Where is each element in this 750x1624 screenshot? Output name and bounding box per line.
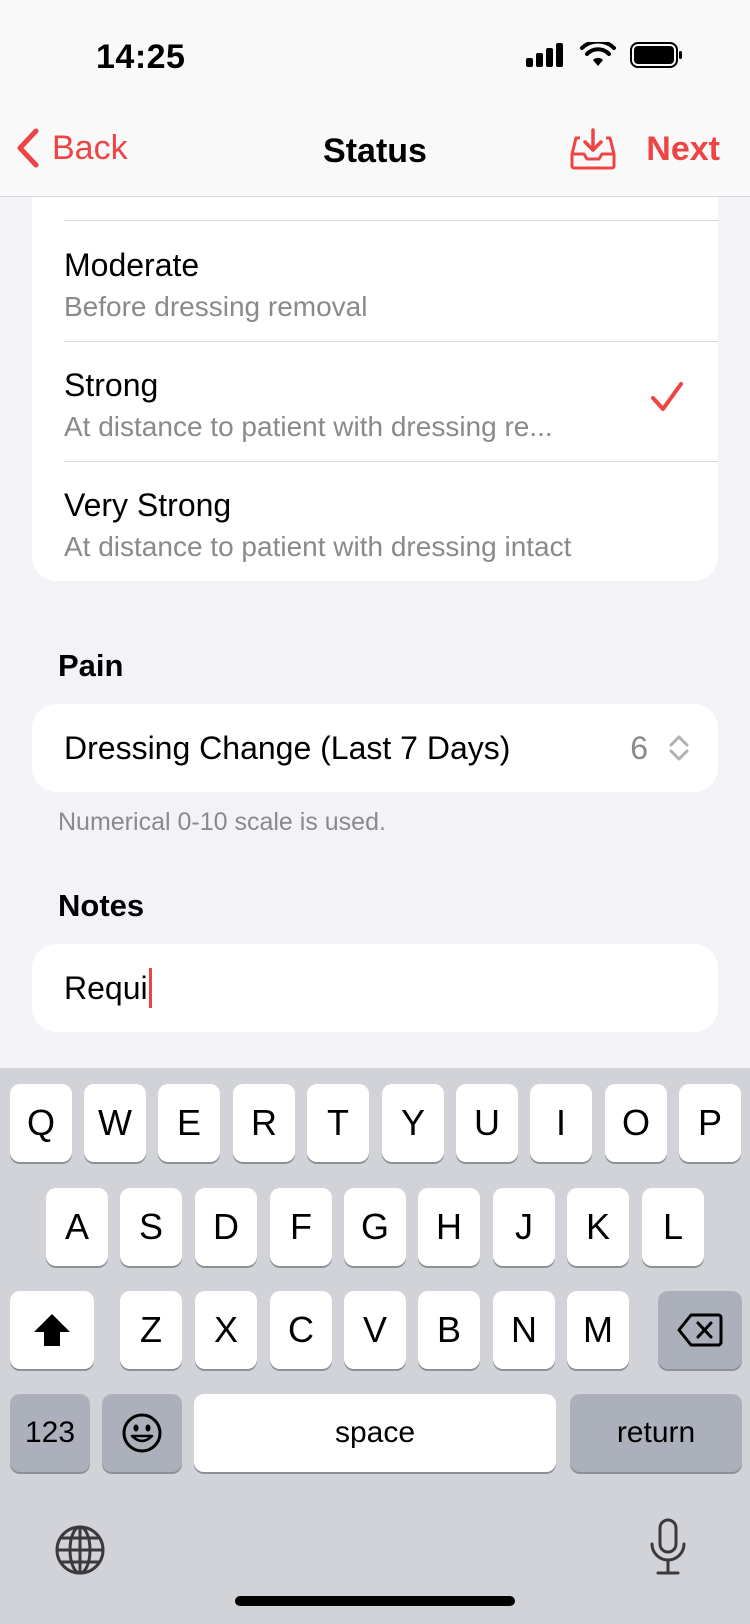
key-e[interactable]: E (158, 1084, 220, 1162)
pain-section-header: Pain (58, 648, 124, 683)
wifi-icon (580, 42, 616, 66)
key-q[interactable]: Q (10, 1084, 72, 1162)
option-subtitle: Before dressing removal (64, 291, 368, 322)
key-v[interactable]: V (344, 1291, 406, 1369)
key-x[interactable]: X (195, 1291, 257, 1369)
key-p[interactable]: P (679, 1084, 741, 1162)
notes-text: Requi (64, 969, 148, 1006)
navigation-bar: 14:25 Back Status Next (0, 0, 750, 197)
globe-icon[interactable] (54, 1524, 106, 1576)
odor-option-very-strong[interactable]: Very Strong At distance to patient with … (64, 461, 718, 581)
option-title: Strong (64, 367, 159, 403)
backspace-icon (677, 1313, 723, 1347)
pain-value: 6 (630, 730, 648, 766)
pain-label: Dressing Change (Last 7 Days) (64, 730, 511, 766)
microphone-icon[interactable] (648, 1518, 688, 1576)
text-caret (148, 968, 152, 1008)
key-i[interactable]: I (530, 1084, 592, 1162)
key-l[interactable]: L (642, 1188, 704, 1266)
checkmark-icon (651, 382, 683, 411)
chevron-up-down-icon (669, 735, 689, 761)
cellular-signal-icon (526, 43, 563, 67)
key-y[interactable]: Y (382, 1084, 444, 1162)
key-c[interactable]: C (270, 1291, 332, 1369)
battery-icon (630, 42, 682, 68)
shift-key[interactable] (10, 1291, 94, 1369)
key-s[interactable]: S (120, 1188, 182, 1266)
return-key[interactable]: return (570, 1394, 742, 1472)
emoji-key[interactable] (102, 1394, 182, 1472)
status-icons (526, 42, 684, 68)
key-z[interactable]: Z (120, 1291, 182, 1369)
odor-option-strong[interactable]: Strong At distance to patient with dress… (64, 341, 718, 461)
key-d[interactable]: D (195, 1188, 257, 1266)
status-time: 14:25 (96, 38, 186, 76)
key-w[interactable]: W (84, 1084, 146, 1162)
home-indicator (235, 1596, 515, 1606)
pain-footnote: Numerical 0-10 scale is used. (58, 808, 386, 836)
key-t[interactable]: T (307, 1084, 369, 1162)
key-b[interactable]: B (418, 1291, 480, 1369)
notes-section-header: Notes (58, 888, 145, 923)
key-f[interactable]: F (270, 1188, 332, 1266)
key-a[interactable]: A (46, 1188, 108, 1266)
delete-key[interactable] (658, 1291, 742, 1369)
shift-icon (34, 1314, 70, 1346)
key-u[interactable]: U (456, 1084, 518, 1162)
key-g[interactable]: G (344, 1188, 406, 1266)
key-j[interactable]: J (493, 1188, 555, 1266)
inbox-download-icon[interactable] (570, 128, 616, 170)
option-subtitle: At distance to patient with dressing int… (64, 531, 572, 562)
key-r[interactable]: R (233, 1084, 295, 1162)
key-m[interactable]: M (567, 1291, 629, 1369)
option-subtitle: At distance to patient with dressing re.… (64, 411, 553, 442)
key-o[interactable]: O (605, 1084, 667, 1162)
pain-picker-row[interactable]: Dressing Change (Last 7 Days) 6 (32, 704, 718, 792)
space-key[interactable]: space (194, 1394, 556, 1472)
keyboard: Q W E R T Y U I O P A S D F G H J K L Z … (0, 1068, 750, 1624)
option-title: Very Strong (64, 487, 232, 523)
notes-field[interactable]: Requi (32, 944, 718, 1032)
numbers-key[interactable]: 123 (10, 1394, 90, 1472)
key-k[interactable]: K (567, 1188, 629, 1266)
key-h[interactable]: H (418, 1188, 480, 1266)
next-button[interactable]: Next (646, 130, 720, 169)
emoji-icon (122, 1413, 162, 1453)
option-title: Moderate (64, 247, 200, 283)
odor-options-list: Moderate Before dressing removal Strong … (32, 150, 718, 581)
odor-option-moderate[interactable]: Moderate Before dressing removal (64, 221, 718, 341)
key-n[interactable]: N (493, 1291, 555, 1369)
